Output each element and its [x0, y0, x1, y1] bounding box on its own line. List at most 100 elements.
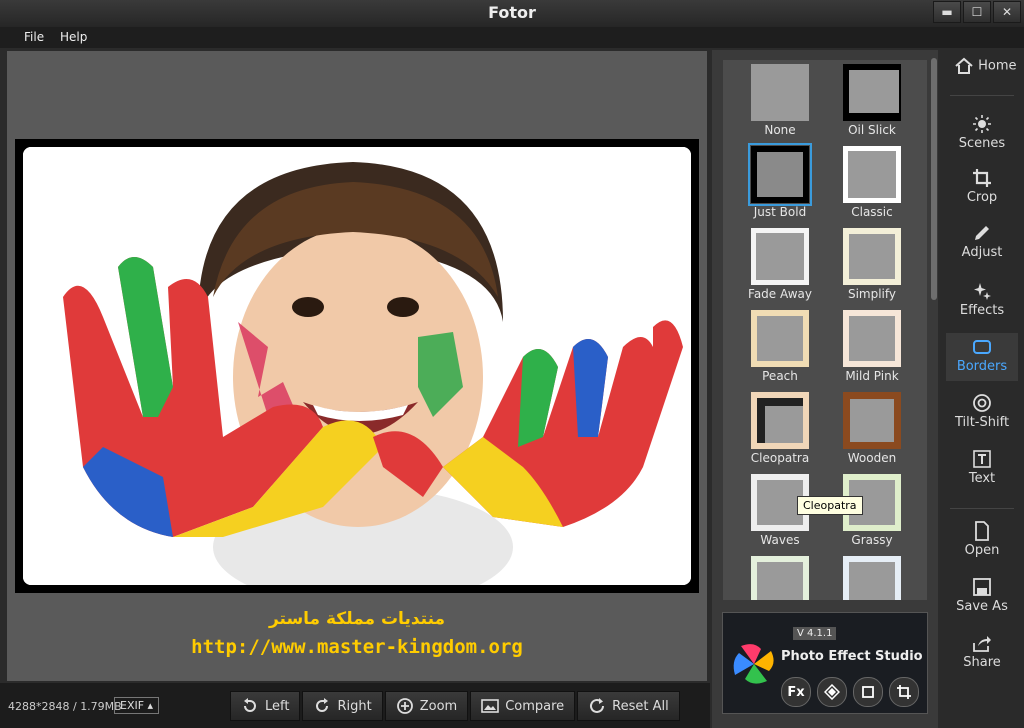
sidebar-item-adjust[interactable]: Adjust: [946, 219, 1018, 267]
frame-button[interactable]: [853, 677, 883, 707]
sidebar-item-scenes[interactable]: Scenes: [946, 110, 1018, 158]
sun-icon: [973, 115, 991, 133]
menu-bar: File Help: [0, 27, 1024, 48]
save-icon: [973, 578, 991, 596]
border-thumb[interactable]: Classic: [827, 142, 917, 222]
border-preview-image: [751, 310, 809, 367]
rotate-right-button[interactable]: Right: [302, 691, 383, 721]
watermark-arabic: منتديات مملكة ماستر: [268, 609, 446, 629]
border-thumb[interactable]: Mild Pink: [827, 306, 917, 386]
studio-logo-icon: [733, 644, 774, 684]
border-thumb[interactable]: Oil Slick: [827, 60, 917, 140]
texture-button[interactable]: [817, 677, 847, 707]
sidebar-item-share[interactable]: Share: [946, 629, 1018, 677]
exif-button[interactable]: EXIF ▴: [114, 697, 160, 714]
border-thumb[interactable]: None: [735, 60, 825, 140]
bottom-toolbar: 4288*2848 / 1.79MB EXIF ▴ Left Right Zoo…: [0, 683, 710, 728]
sidebar-item-scenes-label: Scenes: [958, 136, 1006, 151]
tooltip: Cleopatra: [797, 496, 863, 515]
compare-label: Compare: [505, 698, 565, 714]
right-sidebar: Home Scenes Crop Adjust Effects Borders …: [940, 50, 1024, 728]
border-preview-image: [843, 310, 901, 367]
border-thumb-label: Mild Pink: [845, 369, 899, 383]
border-thumb-label: Simplify: [847, 287, 897, 301]
sidebar-item-borders[interactable]: Borders: [946, 333, 1018, 381]
frame-icon: [862, 686, 874, 698]
fx-button[interactable]: Fx: [781, 677, 811, 707]
border-thumb[interactable]: Cleopatra: [735, 388, 825, 468]
border-thumb[interactable]: [735, 552, 825, 600]
sidebar-item-effects-label: Effects: [959, 303, 1005, 318]
border-thumb-label: Waves: [760, 533, 800, 547]
crop-tool-icon: [897, 685, 911, 699]
border-preview-image: [843, 392, 901, 449]
sidebar-item-open[interactable]: Open: [946, 517, 1018, 565]
menu-file[interactable]: File: [24, 30, 44, 44]
border-thumb[interactable]: Wooden: [827, 388, 917, 468]
sidebar-item-tilt-shift-label: Tilt-Shift: [954, 415, 1010, 430]
border-thumb-label: Just Bold: [753, 205, 807, 219]
home-icon: [955, 57, 973, 74]
rotate-right-label: Right: [337, 698, 372, 714]
photo-effect-studio-banner[interactable]: V 4.1.1 Photo Effect Studio Fx: [722, 612, 928, 714]
sidebar-item-crop[interactable]: Crop: [946, 164, 1018, 212]
close-button[interactable]: ✕: [993, 1, 1021, 23]
sidebar-item-tilt-shift[interactable]: Tilt-Shift: [946, 389, 1018, 437]
version-badge: V 4.1.1: [793, 627, 837, 640]
photo-canvas: منتديات مملكة ماستر http://www.master-ki…: [7, 51, 707, 681]
zoom-button[interactable]: Zoom: [384, 691, 469, 721]
border-preview-image: [751, 228, 809, 285]
child-photo-image: [23, 147, 691, 585]
border-preview-image: [751, 392, 809, 449]
tilt-shift-icon: [973, 394, 991, 412]
border-thumb[interactable]: Peach: [735, 306, 825, 386]
reset-all-label: Reset All: [612, 698, 669, 714]
share-icon: [973, 636, 991, 652]
sidebar-item-save-as[interactable]: Save As: [946, 573, 1018, 621]
sparkle-icon: [974, 283, 991, 300]
photo-preview[interactable]: [23, 147, 691, 585]
border-thumb-label: Classic: [851, 205, 893, 219]
menu-help[interactable]: Help: [60, 30, 87, 44]
border-thumb[interactable]: Fade Away: [735, 224, 825, 304]
rotate-left-icon: [244, 698, 256, 712]
sidebar-item-home[interactable]: Home: [946, 56, 1018, 104]
compare-button[interactable]: Compare: [470, 691, 576, 721]
border-preview-image: [843, 556, 901, 600]
sidebar-item-save-as-label: Save As: [956, 599, 1008, 614]
sidebar-divider: [950, 508, 1014, 509]
maximize-button[interactable]: ☐: [963, 1, 991, 23]
compare-icon: [481, 699, 499, 713]
sidebar-item-text[interactable]: Text: [946, 445, 1018, 493]
crop-tool-button[interactable]: [889, 677, 919, 707]
reset-all-button[interactable]: Reset All: [577, 691, 680, 721]
rotate-left-button[interactable]: Left: [230, 691, 301, 721]
image-info: 4288*2848 / 1.79MB: [8, 700, 122, 713]
promo-panel: V 4.1.1 Photo Effect Studio Fx: [712, 600, 938, 728]
file-icon: [975, 521, 989, 541]
border-thumb-label: Cleopatra: [750, 451, 810, 465]
title-bar: Fotor ▬ ☐ ✕: [0, 0, 1024, 27]
border-thumb[interactable]: Simplify: [827, 224, 917, 304]
texture-icon: [824, 684, 840, 700]
borders-scrollbar[interactable]: [931, 58, 937, 300]
border-preview-image: [843, 64, 901, 121]
border-preview-image: [751, 64, 809, 121]
border-thumb-label: Fade Away: [748, 287, 812, 301]
borders-panel: None Oil Slick Just Bold Classic Fade Away Si…: [712, 50, 938, 600]
zoom-icon: [396, 698, 413, 714]
minimize-button[interactable]: ▬: [933, 1, 961, 23]
reset-icon: [590, 698, 605, 713]
border-thumb[interactable]: Just Bold: [735, 142, 825, 222]
sidebar-item-crop-label: Crop: [966, 190, 998, 205]
border-preview-image: [843, 146, 901, 203]
sidebar-divider: [950, 95, 1014, 96]
photo-border-frame: [15, 139, 699, 593]
sidebar-item-effects[interactable]: Effects: [946, 277, 1018, 325]
border-preview-image: [843, 228, 901, 285]
sidebar-item-borders-label: Borders: [956, 359, 1008, 374]
pencil-icon: [975, 226, 989, 240]
zoom-label: Zoom: [419, 698, 458, 714]
border-thumb[interactable]: [827, 552, 917, 600]
border-thumb-label: Oil Slick: [848, 123, 896, 137]
